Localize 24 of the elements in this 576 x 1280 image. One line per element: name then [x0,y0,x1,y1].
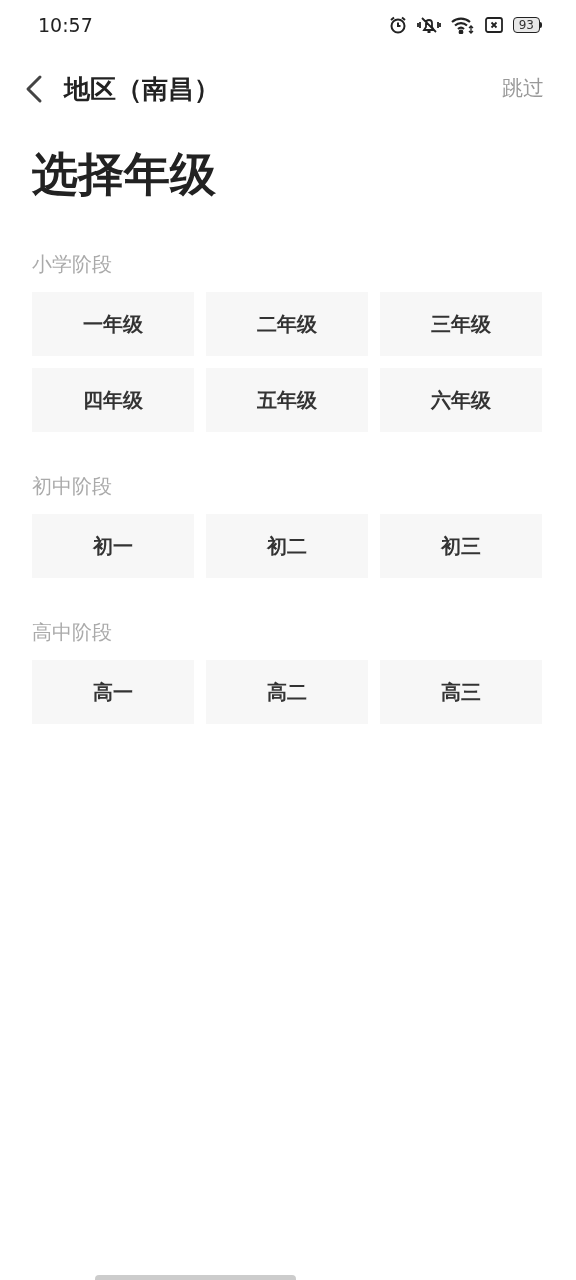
grade-option[interactable]: 六年级 [380,368,542,432]
grade-option[interactable]: 初一 [32,514,194,578]
grade-option[interactable]: 初二 [206,514,368,578]
back-icon [24,74,44,104]
heading: 选择年级 [31,146,217,203]
grade-option[interactable]: 二年级 [206,292,368,356]
grade-option[interactable]: 高二 [206,660,368,724]
muted-bell-icon [416,16,441,34]
sim-blocked-icon [484,17,503,33]
grade-option[interactable]: 高一 [32,660,194,724]
grade-option[interactable]: 三年级 [380,292,542,356]
grade-option[interactable]: 一年级 [32,292,194,356]
battery-indicator: 93 [512,17,542,33]
grade-option[interactable]: 初三 [380,514,542,578]
grade-option[interactable]: 高三 [380,660,542,724]
wifi-icon [450,16,475,34]
section-label: 初中阶段 [32,473,113,500]
status-time: 10:57 [38,12,93,38]
grade-option[interactable]: 四年级 [32,368,194,432]
grade-option[interactable]: 五年级 [206,368,368,432]
section-label: 小学阶段 [32,251,113,278]
alarm-icon [388,16,407,34]
section-label: 高中阶段 [32,619,113,646]
page-title: 地区（南昌） [64,72,220,106]
